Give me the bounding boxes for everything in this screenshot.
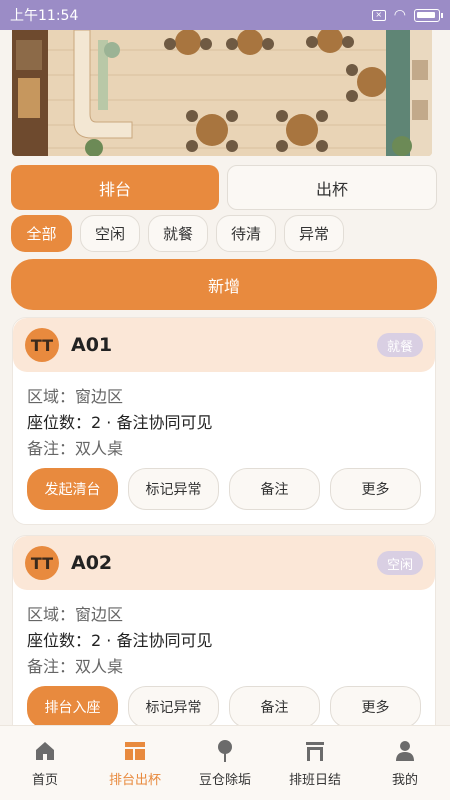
table-card-header: TT A01 就餐 [13, 318, 435, 372]
sim-icon: × [371, 9, 386, 21]
battery-icon [414, 8, 443, 22]
nav-paitai-chubei-label: 排台出杯 [108, 772, 161, 788]
table-note: 备注：双人桌 [27, 439, 124, 458]
status-time: 上午11:54 [10, 8, 79, 24]
tab-paitai[interactable]: 排台 [11, 165, 219, 210]
table-note: 备注：双人桌 [27, 657, 124, 676]
table-number: A02 [71, 552, 113, 574]
filter-idle[interactable]: 空闲 [80, 215, 141, 252]
home-icon [36, 741, 54, 760]
nav-mine[interactable]: 我的 [360, 726, 450, 800]
table-card[interactable]: TT A01 就餐 区域：窗边区 座位数：2 · 备注协同可见 备注：双人桌 发… [12, 317, 436, 525]
wifi-icon: ◠ [393, 7, 406, 23]
mark-abnormal-button[interactable]: 标记异常 [127, 468, 219, 510]
status-badge: 空闲 [376, 551, 423, 575]
calendar-icon [306, 741, 324, 761]
table-number: A01 [71, 334, 113, 356]
cafe-banner-image [12, 30, 432, 156]
mode-tabs: 排台 出杯 [11, 165, 437, 210]
table-card[interactable]: TT A02 空闲 区域：窗边区 座位数：2 · 备注协同可见 备注：双人桌 排… [12, 535, 436, 743]
filter-abnormal[interactable]: 异常 [284, 215, 345, 252]
table-seats: 座位数：2 · 备注协同可见 [27, 631, 213, 650]
start-clean-button[interactable]: 发起清台 [27, 468, 118, 510]
table-area: 区域：窗边区 [27, 387, 124, 406]
nav-bean-descale[interactable]: 豆仓除垢 [180, 726, 270, 800]
table-layout-icon [125, 741, 145, 760]
add-button[interactable]: 新增 [11, 259, 437, 310]
status-badge: 就餐 [376, 333, 423, 357]
table-seats: 座位数：2 · 备注协同可见 [27, 413, 213, 432]
table-icon: TT [25, 546, 59, 580]
filter-to-clean[interactable]: 待清 [216, 215, 277, 252]
tab-chubei[interactable]: 出杯 [227, 165, 437, 210]
more-button[interactable]: 更多 [329, 686, 421, 728]
more-button[interactable]: 更多 [329, 468, 421, 510]
status-filter-bar: 全部 空闲 就餐 待清 异常 [11, 215, 345, 253]
status-icons: × ◠ [371, 7, 443, 23]
bottom-nav: 首页 排台出杯 豆仓除垢 排班日结 我的 [0, 725, 450, 800]
filter-dining[interactable]: 就餐 [148, 215, 209, 252]
nav-shift-settle[interactable]: 排班日结 [270, 726, 360, 800]
status-bar: 上午11:54 × ◠ [0, 0, 450, 30]
table-area: 区域：窗边区 [27, 605, 124, 624]
table-card-header: TT A02 空闲 [13, 536, 435, 590]
seat-button[interactable]: 排台入座 [27, 686, 118, 728]
user-icon [396, 740, 414, 761]
nav-shift-settle-label: 排班日结 [288, 772, 341, 788]
table-icon: TT [25, 328, 59, 362]
mark-abnormal-button[interactable]: 标记异常 [127, 686, 219, 728]
nav-bean-descale-label: 豆仓除垢 [198, 772, 251, 788]
note-button[interactable]: 备注 [228, 686, 320, 728]
pin-icon [218, 739, 232, 762]
filter-all[interactable]: 全部 [11, 215, 72, 252]
nav-home[interactable]: 首页 [0, 726, 90, 800]
nav-paitai-chubei[interactable]: 排台出杯 [90, 726, 180, 800]
nav-mine-label: 我的 [391, 772, 418, 788]
note-button[interactable]: 备注 [228, 468, 320, 510]
nav-home-label: 首页 [31, 772, 58, 788]
card-actions: 发起清台 标记异常 备注 更多 [27, 468, 421, 520]
